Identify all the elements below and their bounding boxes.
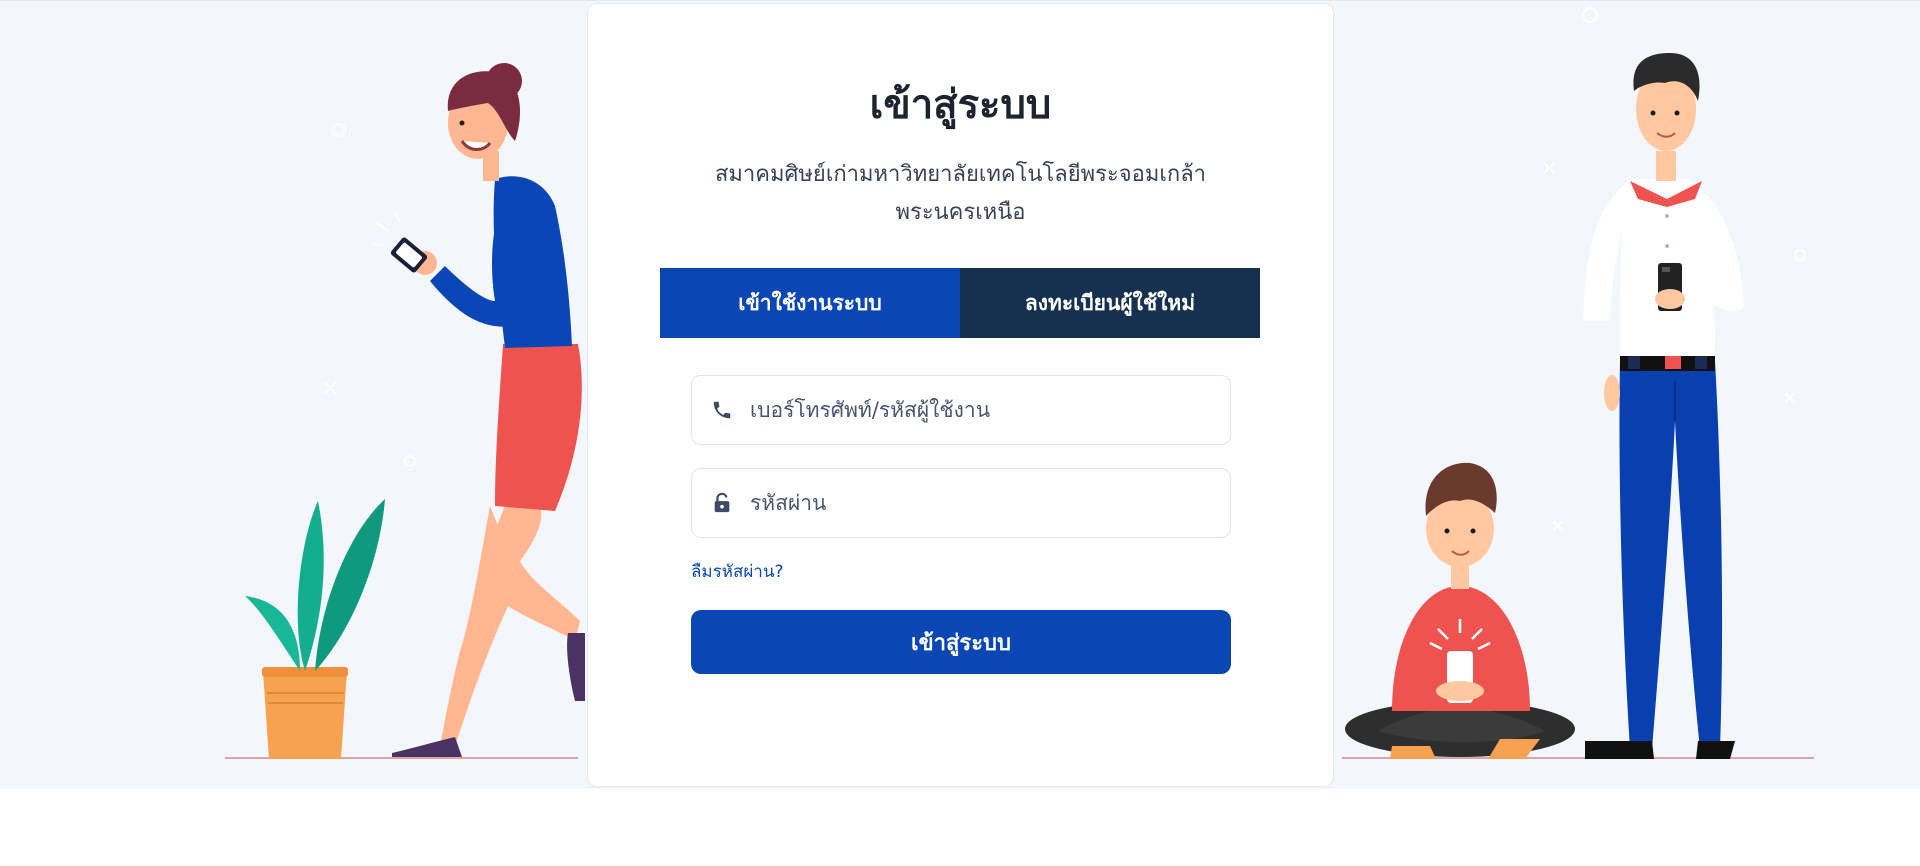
forgot-password-link[interactable]: ลืมรหัสผ่าน? xyxy=(691,558,784,585)
tab-register[interactable]: ลงทะเบียนผู้ใช้ใหม่ xyxy=(960,268,1260,338)
subtitle-line-2: พระนครเหนือ xyxy=(895,200,1026,225)
phone-icon xyxy=(708,396,736,424)
password-field[interactable] xyxy=(691,468,1231,538)
tab-login[interactable]: เข้าใช้งานระบบ xyxy=(660,268,960,338)
username-field[interactable] xyxy=(691,375,1231,445)
organization-subtitle: สมาคมศิษย์เก่ามหาวิทยาลัยเทคโนโลยีพระจอม… xyxy=(668,156,1253,232)
password-input[interactable] xyxy=(748,490,1230,516)
login-submit-button[interactable]: เข้าสู่ระบบ xyxy=(691,610,1231,674)
login-page-background: เข้าสู่ระบบ สมาคมศิษย์เก่ามหาวิทยาลัยเทค… xyxy=(0,0,1920,789)
woman-with-phone-illustration xyxy=(225,63,585,759)
login-card: เข้าสู่ระบบ สมาคมศิษย์เก่ามหาวิทยาลัยเทค… xyxy=(587,3,1334,787)
auth-tabs: เข้าใช้งานระบบ ลงทะเบียนผู้ใช้ใหม่ xyxy=(660,268,1260,338)
subtitle-line-1: สมาคมศิษย์เก่ามหาวิทยาลัยเทคโนโลยีพระจอม… xyxy=(714,162,1207,187)
page-title: เข้าสู่ระบบ xyxy=(869,82,1052,128)
unlock-icon xyxy=(708,489,736,517)
people-with-phones-illustration xyxy=(1342,7,1814,759)
username-input[interactable] xyxy=(748,397,1230,423)
